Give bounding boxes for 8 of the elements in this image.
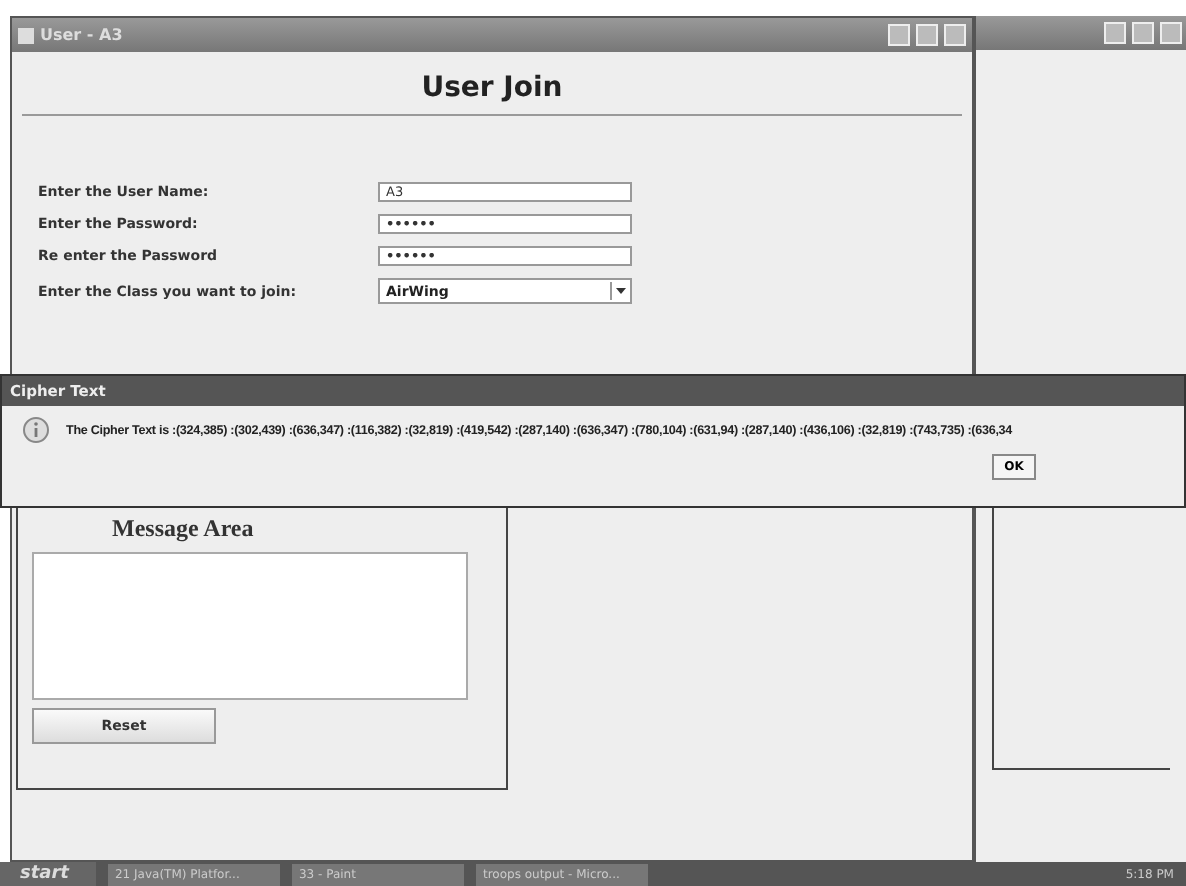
caret-icon	[610, 282, 630, 300]
message-area[interactable]	[32, 552, 468, 700]
start-button[interactable]: start	[0, 862, 97, 886]
app-icon	[18, 27, 34, 43]
panel-title: Message Area	[110, 514, 256, 544]
heading: User Join	[22, 52, 962, 116]
info-icon	[22, 416, 50, 444]
window-title: User - A3	[40, 26, 125, 44]
